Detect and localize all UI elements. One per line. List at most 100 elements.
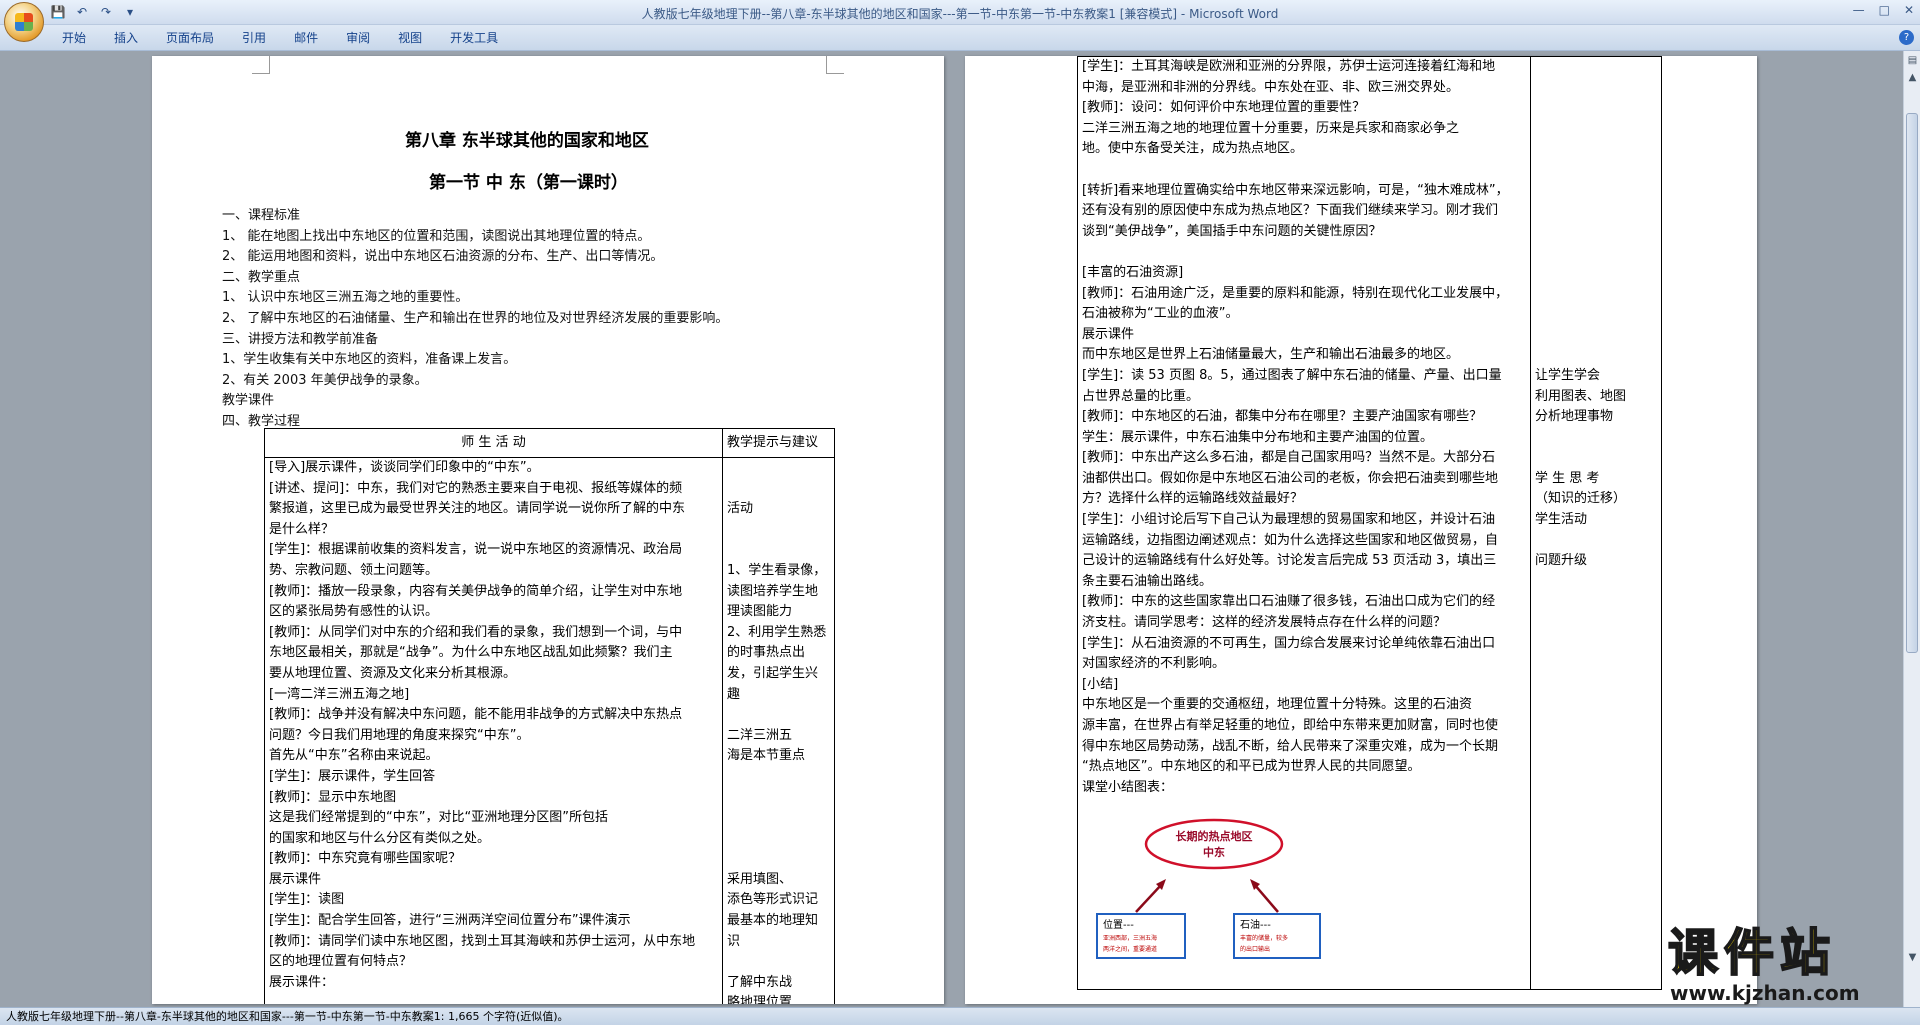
tab-review[interactable]: 审阅	[332, 30, 384, 46]
hint-line: 的时事热点出	[727, 645, 806, 661]
diagram-box-location-line2: 两洋之间，重要通道	[1103, 945, 1157, 953]
hint-line	[1535, 572, 1657, 593]
activity-line: 运输路线，边指图边阐述观点：如为什么选择这些国家和地区做贸易，自	[1082, 532, 1499, 548]
activity-line: “热点地区”。中东地区的和平已成为世界人民的共同愿望。	[1082, 759, 1421, 775]
activity-line: [学生]：土耳其海峡是欧洲和亚洲的分界限，苏伊士运河连接着红海和地	[1082, 59, 1496, 74]
activity-cell[interactable]: [学生]：土耳其海峡是欧洲和亚洲的分界限，苏伊士运河连接着红海和地 中海，是亚洲和…	[1077, 56, 1531, 990]
activity-line: [学生]：配合学生回答，进行“三洲两洋空间位置分布”课件演示	[269, 913, 631, 929]
hint-line	[727, 829, 830, 850]
activity-line: [学生]：从石油资源的不可再生，国力综合发展来讨论单纯依靠石油出口	[1082, 635, 1496, 651]
document-page-right[interactable]: [学生]：土耳其海峡是欧洲和亚洲的分界限，苏伊士运河连接着红海和地 中海，是亚洲和…	[965, 56, 1757, 1004]
ribbon-tab-bar: 开始 插入 页面布局 引用 邮件 审阅 视图 开发工具 ?	[0, 25, 1920, 51]
minimize-icon[interactable]: —	[1853, 3, 1865, 17]
activity-line: 要从地理位置、资源及文化来分析其根源。	[269, 665, 517, 681]
hint-line	[727, 767, 830, 788]
hint-line: 让学生学会	[1535, 367, 1601, 383]
window-controls: — □ ✕	[1853, 3, 1914, 17]
maximize-icon[interactable]: □	[1879, 3, 1890, 17]
hint-line: 识	[727, 933, 741, 949]
body-paragraph: 一、课程标准	[222, 208, 301, 223]
activity-line: [学生]：小组讨论后写下自己认为最理想的贸易国家和地区，并设计石油	[1082, 512, 1496, 528]
hint-line: 最基本的地理知	[727, 913, 819, 929]
activity-line: 中海，是亚洲和非洲的分界线。中东处在亚、非、欧三洲交界处。	[1082, 79, 1460, 95]
lesson-table: 师 生 活 动 教学提示与建议 [导入]展示课件，谈谈同学们印象中的“中东”。[…	[264, 428, 835, 1004]
activity-line: 课堂小结图表：	[1082, 779, 1174, 795]
hint-line	[727, 479, 830, 500]
activity-line	[1082, 242, 1526, 263]
diagram-arrow-left	[1135, 883, 1163, 914]
hint-line: 问题升级	[1535, 553, 1588, 569]
hint-line	[1535, 98, 1657, 119]
activity-line: 展示课件	[1082, 326, 1135, 342]
hint-line	[727, 849, 830, 870]
activity-line: 势、宗教问题、领土问题等。	[269, 562, 439, 578]
activity-cell[interactable]: [导入]展示课件，谈谈同学们印象中的“中东”。 [讲述、提问]：中东，我们对它的熟…	[264, 456, 723, 1004]
scroll-thumb[interactable]	[1906, 113, 1918, 653]
hint-line: 理读图能力	[727, 604, 793, 620]
hint-line: 二洋三洲五	[727, 727, 793, 743]
activity-line: 条主要石油输出路线。	[1082, 573, 1213, 589]
activity-line: 繁报道，这里已成为最受世界关注的地区。请同学说一说你所了解的中东	[269, 501, 686, 517]
activity-line: [教师]：中东地区的石油，都集中分布在哪里？主要产油国家有哪些？	[1082, 409, 1483, 425]
tab-page-layout[interactable]: 页面布局	[152, 30, 228, 46]
hint-line	[727, 705, 830, 726]
activity-line: 油都供出口。假如你是中东地区石油公司的老板，你会把石油卖到哪些地	[1082, 470, 1499, 486]
tab-insert[interactable]: 插入	[100, 30, 152, 46]
tab-view[interactable]: 视图	[384, 30, 436, 46]
hint-line: 2、利用学生熟悉	[727, 624, 827, 640]
activity-line: 地。使中东备受关注，成为热点地区。	[1082, 141, 1304, 157]
hint-line: 读图培养学生地	[727, 583, 819, 599]
hint-line	[727, 952, 830, 973]
window-title: 人教版七年级地理下册--第八章-东半球其他的地区和国家---第一节-中东第一节-…	[641, 7, 1279, 21]
watermark-url: www.kjzhan.com	[1670, 981, 1860, 1005]
activity-line: 区的地理位置有何特点？	[269, 954, 413, 970]
hint-line: 采用填图、	[727, 871, 793, 887]
activity-line: 展示课件	[269, 871, 322, 887]
activity-line: 是什么样？	[269, 521, 335, 537]
hint-cell[interactable]: 让学生学会 利用图表、地图 分析地理事物 学 生 思 考 （知识的迁移） 学生活动 问…	[1530, 56, 1662, 990]
diagram-center-line1: 长期的热点地区	[1176, 829, 1253, 843]
body-paragraph: 2、 了解中东地区的石油储量、生产和输出在世界的地位及对世界经济发展的重要影响。	[222, 311, 729, 326]
hint-line	[1535, 325, 1657, 346]
activity-line: [丰富的石油资源]	[1082, 264, 1184, 280]
scroll-up-icon[interactable]: ▲	[1906, 71, 1919, 84]
activity-line: 展示课件：	[269, 974, 335, 990]
activity-line: 首先从“中东”名称由来说起。	[269, 748, 439, 764]
hint-line	[1535, 304, 1657, 325]
tab-references[interactable]: 引用	[228, 30, 280, 46]
tab-home[interactable]: 开始	[48, 30, 100, 46]
hint-cell[interactable]: 活动 1、学生看录像， 读图培养学生地 理读图能力 2、利用学生熟悉 的时事热点出 发，引起…	[722, 456, 835, 1004]
vertical-scrollbar[interactable]: ▤ ▲ ▼	[1903, 51, 1920, 1013]
help-icon[interactable]: ?	[1899, 30, 1914, 45]
hint-line	[1535, 263, 1657, 284]
activity-line: [学生]：读图	[269, 892, 345, 908]
hint-line: 海是本节重点	[727, 748, 806, 764]
office-button[interactable]	[4, 2, 44, 42]
tab-developer[interactable]: 开发工具	[436, 30, 512, 46]
activity-line: [教师]：石油用途广泛，是重要的原料和能源，特别在现代化工业发展中，	[1082, 285, 1509, 301]
ruler-toggle-icon[interactable]: ▤	[1906, 54, 1919, 67]
hint-line	[1535, 428, 1657, 449]
title-bar: 💾 ↶ ↷ ▾ 人教版七年级地理下册--第八章-东半球其他的地区和国家---第一…	[0, 0, 1920, 25]
hint-line: 添色等形式识记	[727, 892, 819, 908]
activity-line: 而中东地区是世界上石油储量最大，生产和输出石油最多的地区。	[1082, 347, 1460, 363]
hint-line	[727, 788, 830, 809]
tab-mailings[interactable]: 邮件	[280, 30, 332, 46]
activity-line: 济支柱。请同学思考：这样的经济发展特点存在什么样的问题？	[1082, 615, 1447, 631]
lesson-table-continued: [学生]：土耳其海峡是欧洲和亚洲的分界限，苏伊士运河连接着红海和地 中海，是亚洲和…	[1077, 56, 1662, 990]
document-page-left[interactable]: 第八章 东半球其他的国家和地区 第一节 中 东（第一课时） 一、课程标准 1、 能…	[152, 56, 944, 1004]
hint-line	[1535, 58, 1657, 78]
activity-line: 石油被称为“工业的血液”。	[1082, 306, 1239, 322]
table-header-activity: 师 生 活 动	[264, 428, 723, 458]
crop-mark	[826, 56, 844, 74]
close-icon[interactable]: ✕	[1904, 3, 1914, 17]
activity-line: 得中东地区局势动荡，战乱不断，给人民带来了深重灾难，成为一个长期	[1082, 738, 1499, 754]
activity-line: 方？选择什么样的运输路线效益最好？	[1082, 491, 1304, 507]
activity-line: 问题？今日我们用地理的角度来探究“中东”。	[269, 727, 530, 743]
hint-line: 发，引起学生兴	[727, 665, 819, 681]
hint-line: 利用图表、地图	[1535, 388, 1627, 404]
hint-line: 学 生 思 考	[1535, 470, 1600, 486]
activity-line: [教师]：中东出产这么多石油，都是自己国家用吗？当然不是。大部分石	[1082, 450, 1496, 466]
activity-line: 这是我们经常提到的“中东”，对比“亚洲地理分区图”所包括	[269, 810, 608, 826]
activity-line: [学生]：根据课前收集的资料发言，说一说中东地区的资源情况、政治局	[269, 542, 683, 558]
